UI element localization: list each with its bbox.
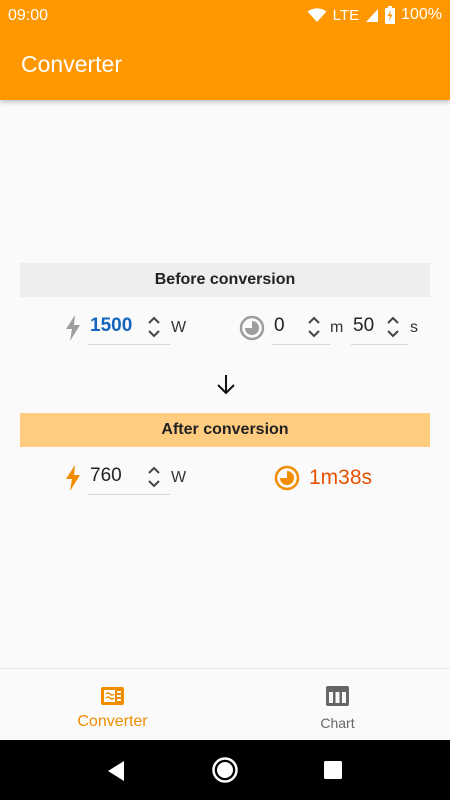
after-power-unit: W [171, 469, 187, 486]
status-time: 09:00 [8, 7, 49, 24]
back-icon[interactable] [106, 760, 126, 782]
before-power-value[interactable]: 1500 [90, 315, 132, 337]
after-power-value[interactable]: 760 [90, 465, 122, 487]
before-seconds-unit: s [410, 319, 418, 336]
status-icons: LTE 100% [307, 6, 442, 24]
recents-icon[interactable] [323, 760, 343, 780]
nav-chart[interactable]: Chart [225, 669, 450, 741]
after-row: 760 W [0, 455, 450, 505]
arrow-down-icon [217, 375, 235, 395]
chart-table-icon [326, 686, 349, 706]
battery-charging-icon [385, 6, 396, 24]
before-minutes-value[interactable]: 0 [274, 315, 285, 337]
status-bar: 09:00 LTE 100% [0, 0, 450, 32]
nav-chart-label: Chart [320, 715, 355, 731]
seconds-stepper-icon[interactable] [386, 315, 400, 339]
nav-converter[interactable]: Converter [0, 669, 225, 741]
power-stepper-icon[interactable] [147, 465, 161, 489]
bottom-navigation: Converter Chart [0, 668, 450, 740]
timer-icon [274, 465, 300, 491]
battery-percent: 100% [401, 6, 442, 23]
before-seconds-value[interactable]: 50 [353, 315, 374, 337]
power-bolt-icon [66, 315, 80, 341]
after-power-field[interactable]: 760 [88, 459, 170, 495]
before-power-field[interactable]: 1500 [88, 309, 170, 345]
before-minutes-field[interactable]: 0 [272, 309, 330, 345]
before-seconds-field[interactable]: 50 [351, 309, 408, 345]
before-minutes-unit: m [330, 319, 344, 336]
before-power-unit: W [171, 319, 187, 336]
minutes-stepper-icon[interactable] [307, 315, 321, 339]
before-conversion-header: Before conversion [20, 263, 430, 297]
after-conversion-header: After conversion [20, 413, 430, 447]
before-row: 1500 W 0 m 50 s [0, 305, 450, 355]
network-label: LTE [332, 6, 360, 24]
power-stepper-icon[interactable] [147, 315, 161, 339]
converter-icon [101, 687, 124, 705]
timer-icon [239, 315, 265, 341]
nav-converter-label: Converter [77, 713, 148, 730]
power-bolt-icon [66, 465, 80, 491]
system-navigation-bar [0, 740, 450, 800]
home-icon[interactable] [211, 756, 239, 784]
signal-icon [366, 9, 379, 22]
page-title: Converter [21, 51, 122, 77]
app-bar: 09:00 LTE 100% Converter [0, 0, 450, 100]
wifi-icon [307, 8, 327, 22]
result-time: 1m38s [309, 466, 373, 489]
